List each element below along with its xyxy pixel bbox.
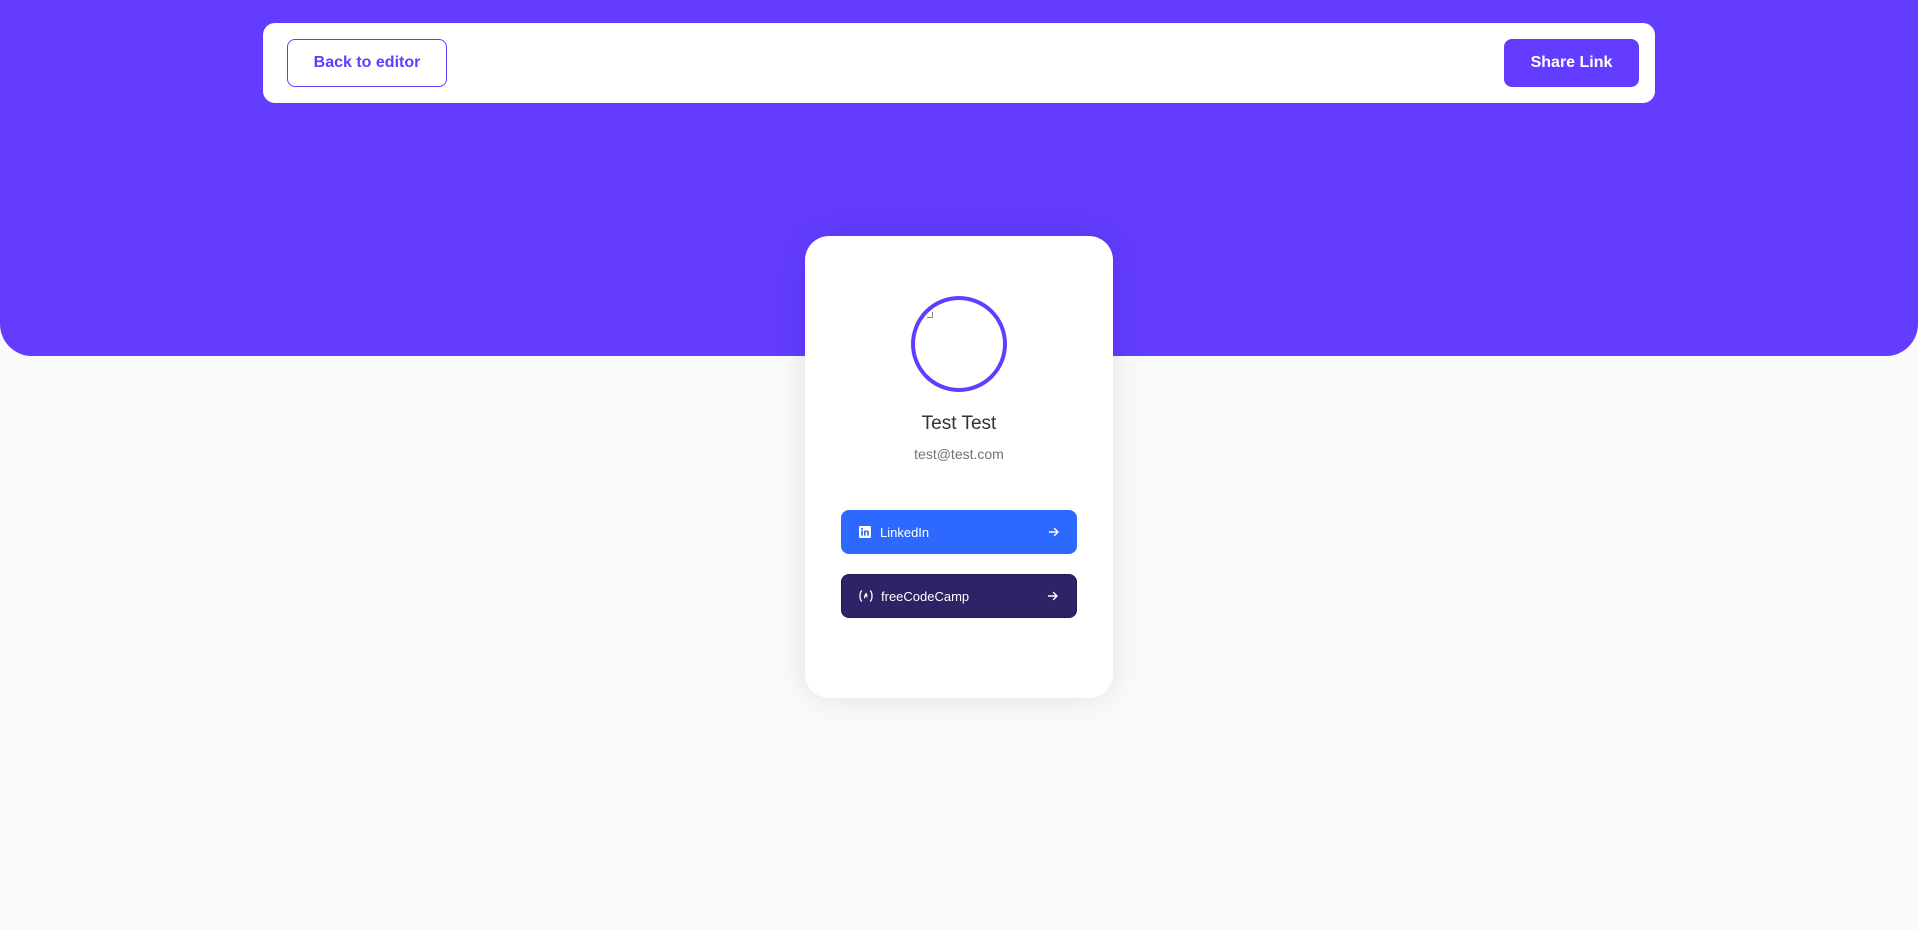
share-link-button[interactable]: Share Link (1504, 39, 1639, 87)
profile-card: Test Test test@test.com LinkedIn freeCod… (805, 236, 1113, 698)
profile-avatar (911, 296, 1007, 392)
link-linkedin[interactable]: LinkedIn (841, 510, 1077, 554)
link-label: LinkedIn (880, 524, 930, 540)
link-freecodecamp[interactable]: freeCodeCamp (841, 574, 1077, 618)
back-to-editor-button[interactable]: Back to editor (287, 39, 447, 87)
link-label: freeCodeCamp (881, 588, 970, 604)
arrow-right-icon (1047, 525, 1061, 539)
freecodecamp-icon (858, 588, 874, 604)
top-navbar: Back to editor Share Link (263, 23, 1655, 103)
arrow-right-icon (1046, 589, 1060, 603)
profile-email: test@test.com (914, 446, 1004, 462)
broken-image-icon (927, 312, 933, 318)
profile-name: Test Test (921, 413, 997, 434)
linkedin-icon (857, 524, 873, 540)
